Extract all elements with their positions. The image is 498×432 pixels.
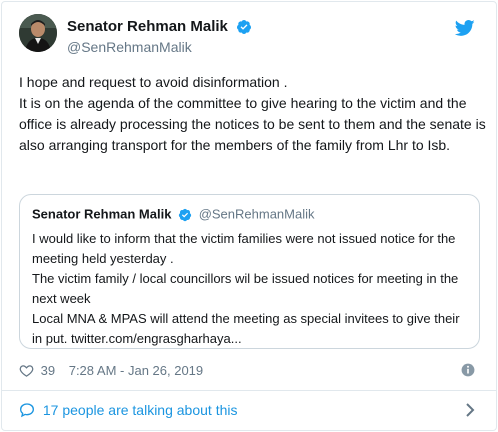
author-handle[interactable]: @SenRehmanMalik: [67, 39, 252, 55]
tweet-meta: 39 7:28 AM - Jan 26, 2019: [19, 362, 481, 380]
author-display-name[interactable]: Senator Rehman Malik: [67, 18, 228, 35]
conversation-label[interactable]: 17 people are talking about this: [43, 402, 238, 418]
divider: [2, 390, 496, 391]
quoted-tweet-line: Local MNA & MPAS will attend the meeting…: [32, 310, 460, 346]
heart-icon[interactable]: [19, 363, 34, 378]
info-icon[interactable]: [461, 363, 475, 377]
author-avatar[interactable]: [19, 14, 57, 52]
quoted-author-name: Senator Rehman Malik: [32, 206, 172, 222]
tweet-paragraph: I hope and request to avoid disinformati…: [19, 74, 288, 90]
quoted-tweet-header: Senator Rehman Malik @SenRehmanMalik: [32, 205, 467, 224]
tweet-header: Senator Rehman Malik @SenRehmanMalik: [19, 14, 481, 64]
chevron-right-icon[interactable]: [465, 402, 475, 418]
quoted-tweet[interactable]: Senator Rehman Malik @SenRehmanMalik I w…: [19, 194, 480, 349]
embedded-tweet-card: Senator Rehman Malik @SenRehmanMalik I h…: [1, 1, 497, 431]
quoted-author-handle: @SenRehmanMalik: [198, 206, 315, 222]
conversation-link[interactable]: 17 people are talking about this: [19, 400, 481, 420]
twitter-bird-icon[interactable]: [454, 18, 475, 38]
verified-badge-icon: [178, 208, 192, 222]
tweet-text: I hope and request to avoid disinformati…: [19, 72, 489, 156]
quoted-tweet-body: I would like to inform that the victim f…: [32, 229, 467, 349]
verified-badge-icon: [236, 19, 252, 35]
quoted-tweet-line: I would like to inform that the victim f…: [32, 230, 456, 266]
tweet-paragraph: It is on the agenda of the committee to …: [19, 95, 486, 153]
tweet-timestamp[interactable]: 7:28 AM - Jan 26, 2019: [69, 363, 203, 378]
like-count[interactable]: 39: [41, 363, 55, 378]
author-name-block: Senator Rehman Malik @SenRehmanMalik: [67, 18, 252, 55]
quoted-tweet-line: The victim family / local councillors wi…: [32, 270, 459, 306]
speech-bubble-icon: [19, 402, 35, 418]
